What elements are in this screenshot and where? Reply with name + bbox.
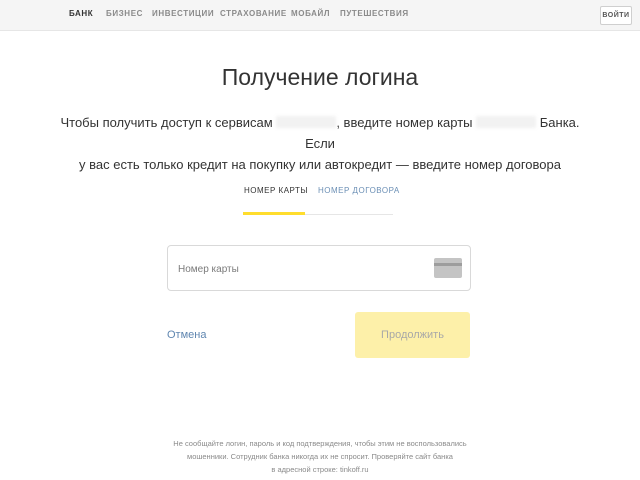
tab-card-number[interactable]: НОМЕР КАРТЫ bbox=[244, 186, 308, 195]
credit-card-icon bbox=[434, 258, 462, 278]
notice-line-3: в адресной строке: tinkoff.ru bbox=[271, 465, 369, 474]
nav-item-investments[interactable]: ИНВЕСТИЦИИ bbox=[152, 9, 214, 18]
card-number-input[interactable]: Номер карты bbox=[167, 245, 471, 291]
description-part-1: Чтобы получить доступ к сервисам bbox=[60, 115, 273, 130]
blurred-service-name bbox=[276, 116, 337, 128]
page-description: Чтобы получить доступ к сервисам , введи… bbox=[55, 112, 585, 175]
nav-item-insurance[interactable]: СТРАХОВАНИЕ bbox=[220, 9, 287, 18]
blurred-bank-name bbox=[476, 116, 537, 128]
security-notice: Не сообщайте логин, пароль и код подтвер… bbox=[160, 437, 480, 476]
continue-button[interactable]: Продолжить bbox=[355, 312, 470, 358]
nav-item-travel[interactable]: ПУТЕШЕСТВИЯ bbox=[340, 9, 409, 18]
description-part-2: , введите номер карты bbox=[336, 115, 473, 130]
nav-item-business[interactable]: БИЗНЕС bbox=[106, 9, 143, 18]
notice-line-2: мошенники. Сотрудник банка никогда их не… bbox=[187, 452, 453, 461]
login-button[interactable]: ВОЙТИ bbox=[600, 6, 632, 25]
description-line-2: у вас есть только кредит на покупку или … bbox=[79, 157, 561, 172]
tab-contract-number[interactable]: НОМЕР ДОГОВОРА bbox=[318, 186, 400, 195]
card-number-placeholder: Номер карты bbox=[178, 264, 239, 275]
top-navigation: БАНК БИЗНЕС ИНВЕСТИЦИИ СТРАХОВАНИЕ МОБАЙ… bbox=[0, 0, 640, 31]
nav-item-bank[interactable]: БАНК bbox=[69, 9, 93, 18]
nav-item-mobile[interactable]: МОБАЙЛ bbox=[291, 9, 330, 18]
notice-line-1: Не сообщайте логин, пароль и код подтвер… bbox=[173, 439, 467, 448]
page-title: Получение логина bbox=[221, 64, 419, 90]
active-tab-indicator bbox=[243, 212, 305, 215]
cancel-button[interactable]: Отмена bbox=[167, 329, 206, 341]
